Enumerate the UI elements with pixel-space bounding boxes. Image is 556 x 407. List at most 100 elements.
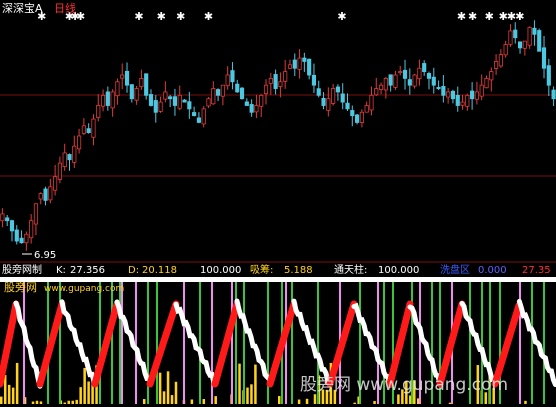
watermark: 股旁网 www.gupang.com xyxy=(300,375,508,395)
signal-stars: ✱ ✱✱✱ ✱ ✱ ✱ ✱ ✱ ✱ ✱ ✱ ✱ ✱ ✱ xyxy=(37,10,524,23)
candle-body xyxy=(129,84,134,100)
candle-body xyxy=(62,152,67,168)
candle-body xyxy=(489,71,494,81)
star-marker: ✱ xyxy=(204,10,213,23)
candle-body xyxy=(148,94,154,106)
accumulation-bar xyxy=(83,367,86,404)
candle-body xyxy=(5,217,10,222)
candle-body xyxy=(81,125,86,134)
candle-body xyxy=(508,30,513,45)
candle-body xyxy=(350,110,355,117)
accumulation-bar xyxy=(250,384,253,404)
candle-body xyxy=(450,90,456,100)
candle-body xyxy=(192,112,197,117)
candle-body xyxy=(33,203,39,225)
accumulation-bar xyxy=(373,401,376,404)
candle-body xyxy=(374,88,379,96)
candle-body xyxy=(498,54,503,67)
xichou-label: 吸筹: xyxy=(250,263,273,276)
accumulation-bar xyxy=(39,401,43,404)
candle-body xyxy=(254,105,259,113)
kd-rising-band xyxy=(36,300,66,388)
candle-body xyxy=(172,96,178,106)
candle-body xyxy=(163,91,168,100)
star-marker: ✱ xyxy=(457,10,466,23)
kd-rising-band xyxy=(146,300,180,388)
candle-body xyxy=(541,47,547,69)
candle-body xyxy=(402,69,408,79)
star-marker: ✱ xyxy=(337,10,346,23)
candle-body xyxy=(537,30,542,52)
candle-body xyxy=(527,27,532,46)
star-marker: ✱ xyxy=(485,10,494,23)
candle-body xyxy=(331,88,336,104)
candle-body xyxy=(460,101,465,106)
candle-body xyxy=(124,70,130,86)
candle-body xyxy=(100,94,106,107)
candle-body xyxy=(19,237,24,244)
candle-body xyxy=(249,104,254,113)
kd-falling-band xyxy=(234,298,272,382)
candle-body xyxy=(522,40,527,49)
candle-body xyxy=(484,77,489,89)
kd-falling-band xyxy=(291,298,333,387)
star-marker: ✱ xyxy=(176,10,185,23)
accumulation-bar xyxy=(297,399,301,404)
accumulation-bar xyxy=(31,401,35,404)
candle-body xyxy=(153,100,158,113)
accumulation-bar xyxy=(87,381,90,404)
candle-body xyxy=(0,213,5,222)
candle-body xyxy=(479,84,484,97)
candle-body xyxy=(91,118,96,138)
period-label: 日线 xyxy=(54,1,76,15)
candle-body xyxy=(446,91,451,98)
candle-body xyxy=(383,77,388,91)
accumulation-bar xyxy=(142,399,146,404)
candle-body xyxy=(220,84,225,97)
accumulation-bar xyxy=(246,387,249,404)
candle-body xyxy=(211,88,216,105)
candle-body xyxy=(302,57,307,62)
candle-body xyxy=(426,73,432,79)
logo-url: www.gupang.com xyxy=(44,284,124,294)
candle-body xyxy=(316,88,321,96)
accumulation-bar xyxy=(313,394,317,404)
accumulation-bar xyxy=(15,362,19,404)
candle-body xyxy=(503,44,508,56)
candle-body xyxy=(345,102,350,110)
kd-rising-band xyxy=(211,300,241,388)
accumulation-bar xyxy=(166,371,170,404)
candle-body xyxy=(139,77,144,88)
star-marker: ✱ xyxy=(157,10,166,23)
candle-body xyxy=(43,188,48,201)
candle-body xyxy=(273,74,278,89)
candle-body xyxy=(168,96,173,100)
candle-body xyxy=(470,90,475,100)
candle-body xyxy=(230,70,235,83)
candle-body xyxy=(388,74,393,86)
candle-body xyxy=(206,98,211,107)
indicator-name: 股旁网制 xyxy=(2,263,42,276)
price-panel[interactable]: ✱ ✱✱✱ ✱ ✱ ✱ ✱ ✱ ✱ ✱ ✱ ✱ ✱ ✱ 6.95 xyxy=(0,10,556,261)
accumulation-bar xyxy=(305,398,309,404)
candle-body xyxy=(398,71,403,74)
candle-body xyxy=(422,63,427,73)
candle-body xyxy=(244,101,249,106)
accumulation-bar xyxy=(278,396,281,404)
candle-body xyxy=(532,27,537,35)
candle-body xyxy=(393,74,398,88)
candle-body xyxy=(53,176,58,191)
candle-body xyxy=(436,87,441,89)
accumulation-bar xyxy=(158,372,162,404)
candle-body xyxy=(407,79,412,86)
candle-body xyxy=(115,81,120,97)
accumulation-bar xyxy=(524,400,527,404)
kd-falling-band xyxy=(13,300,43,389)
candle-body xyxy=(72,145,77,163)
candle-body xyxy=(158,101,163,112)
candle-body xyxy=(77,135,82,150)
stock-chart[interactable]: ✱ ✱✱✱ ✱ ✱ ✱ ✱ ✱ ✱ ✱ ✱ ✱ ✱ ✱ 6.95 深深宝A 日线 股旁网制 K: 27.… xyxy=(0,0,556,407)
candle-body xyxy=(110,91,115,109)
candle-body xyxy=(268,77,273,84)
candle-body xyxy=(48,186,53,201)
